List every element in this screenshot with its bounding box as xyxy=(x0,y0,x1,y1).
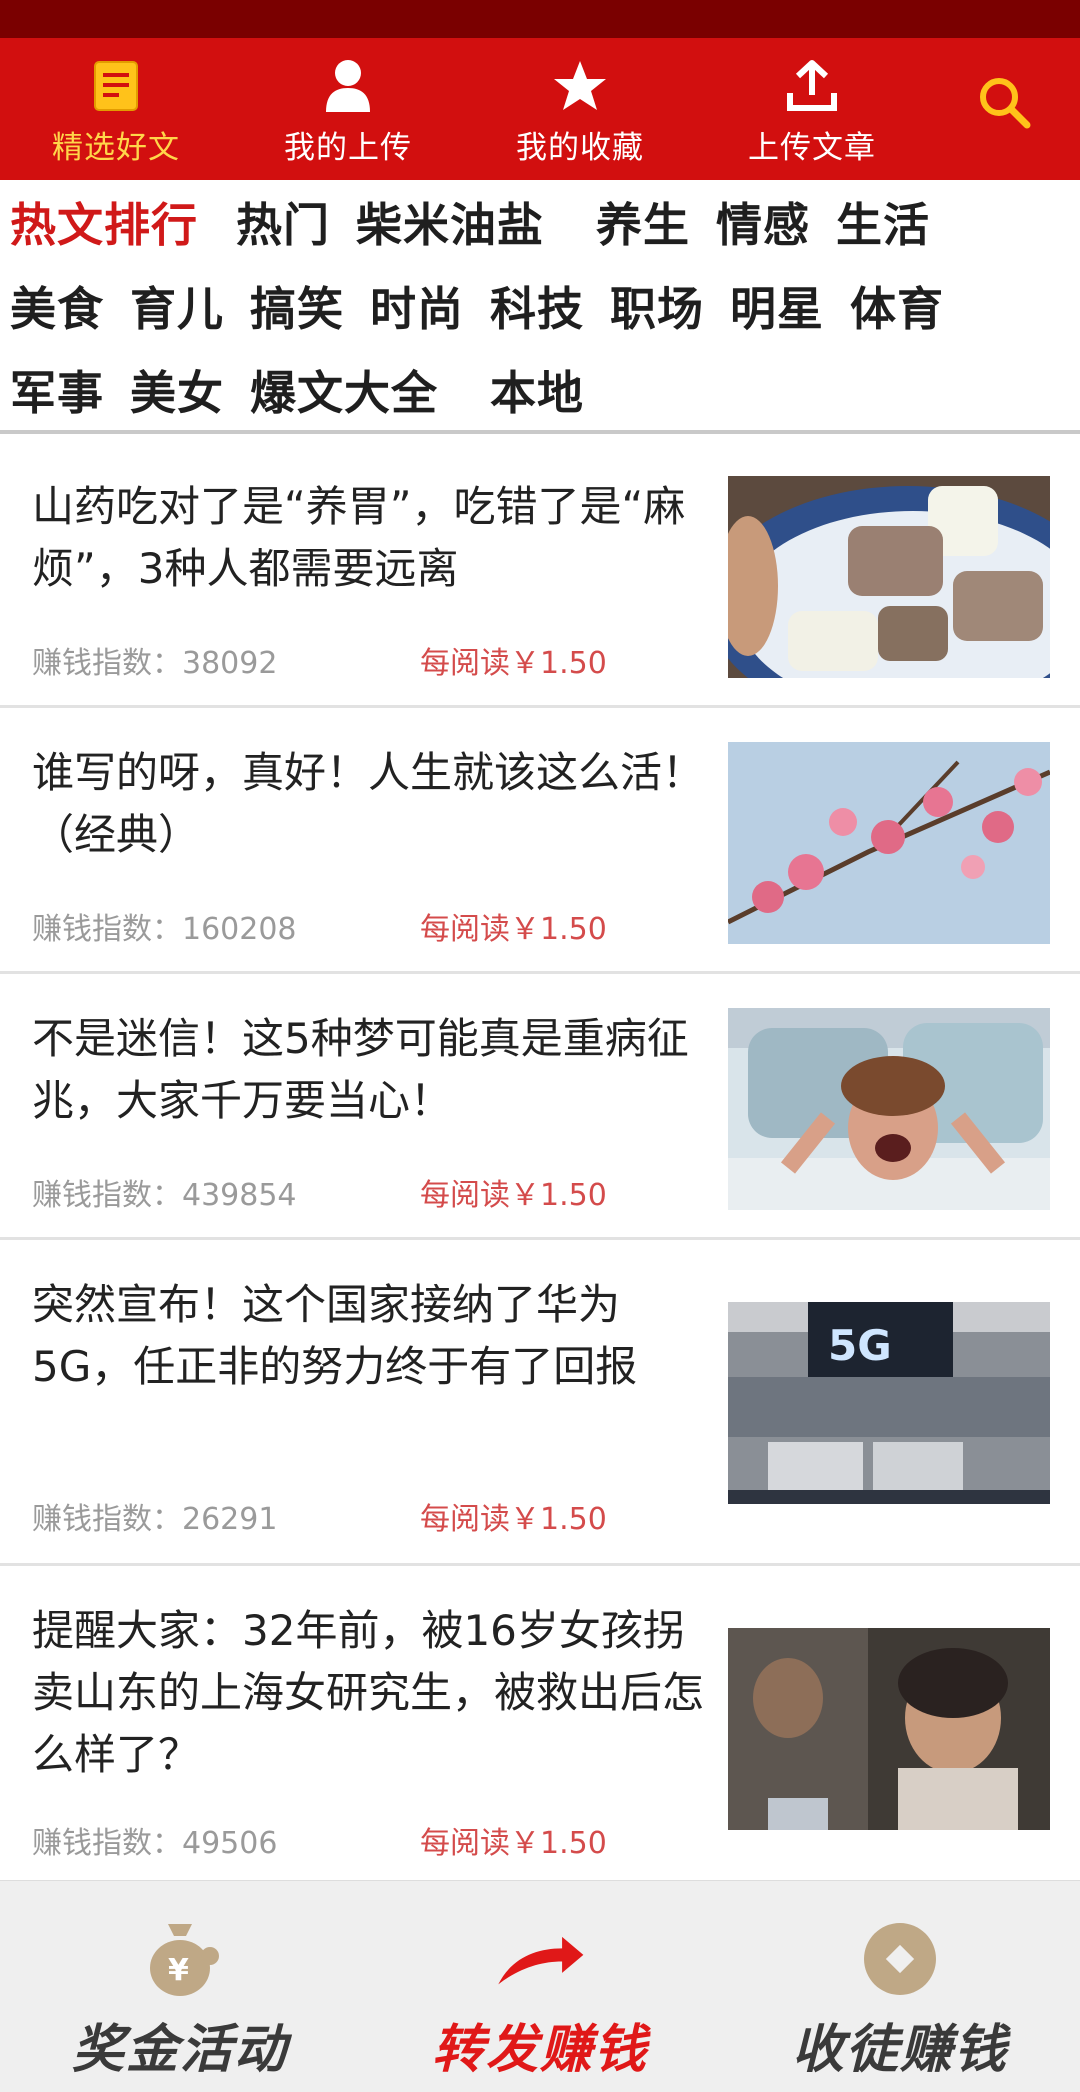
nav-my-uploads[interactable]: 我的上传 xyxy=(232,38,464,180)
svg-text:¥: ¥ xyxy=(168,1953,189,1988)
upload-icon xyxy=(782,56,842,116)
earning-index: 赚钱指数：38092 xyxy=(32,646,278,681)
article-thumbnail: 5G xyxy=(728,1302,1050,1504)
article-item[interactable]: 谁写的呀，真好！人生就该这么活！（经典） 赚钱指数：160208 每阅读￥1.5… xyxy=(0,708,1080,974)
search-button[interactable] xyxy=(928,38,1080,180)
share-arrow-icon xyxy=(495,1919,585,1999)
status-bar xyxy=(0,0,1080,38)
article-title: 山药吃对了是“养胃”，吃错了是“麻烦”，3种人都需要远离 xyxy=(32,482,686,593)
user-icon xyxy=(318,56,378,116)
star-icon xyxy=(550,56,610,116)
category-health[interactable]: 养生 xyxy=(596,189,690,255)
recruit-earn-button[interactable]: 收徒赚钱 xyxy=(720,1881,1080,2092)
earning-index: 赚钱指数：49506 xyxy=(32,1826,278,1861)
category-viral[interactable]: 爆文大全 xyxy=(250,357,438,423)
share-earn-button[interactable]: 转发赚钱 xyxy=(360,1881,720,2092)
thumbnail-5g-text: 5G xyxy=(828,1321,892,1370)
nav-featured[interactable]: 精选好文 xyxy=(0,38,232,180)
article-item[interactable]: 山药吃对了是“养胃”，吃错了是“麻烦”，3种人都需要远离 赚钱指数：38092 … xyxy=(0,442,1080,708)
category-tech[interactable]: 科技 xyxy=(490,273,584,339)
earning-index: 赚钱指数：26291 xyxy=(32,1502,278,1537)
article-title: 提醒大家：32年前，被16岁女孩拐卖山东的上海女研究生，被救出后怎么样了？ xyxy=(32,1606,705,1779)
article-thumbnail xyxy=(728,1008,1050,1210)
read-price: 每阅读￥1.50 xyxy=(420,1826,607,1861)
nav-upload-article-label: 上传文章 xyxy=(748,130,876,166)
category-daily-life[interactable]: 柴米油盐 xyxy=(356,189,544,255)
category-life[interactable]: 生活 xyxy=(836,189,930,255)
category-military[interactable]: 军事 xyxy=(10,357,104,423)
article-title: 谁写的呀，真好！人生就该这么活！（经典） xyxy=(32,748,705,859)
read-price: 每阅读￥1.50 xyxy=(420,646,607,681)
article-thumbnail xyxy=(728,1628,1050,1830)
article-title: 突然宣布！这个国家接纳了华为5G，任正非的努力终于有了回报 xyxy=(32,1280,638,1391)
earning-index: 赚钱指数：439854 xyxy=(32,1178,297,1213)
bonus-activity-label: 奖金活动 xyxy=(71,2020,288,2080)
top-nav: 精选好文 我的上传 我的收藏 上传文章 xyxy=(0,38,1080,180)
category-emotion[interactable]: 情感 xyxy=(716,189,810,255)
category-row: 美食 育儿 搞笑 时尚 科技 职场 明星 体育 xyxy=(0,264,1080,348)
category-panel: 热文排行 热门 柴米油盐 养生 情感 生活 美食 育儿 搞笑 时尚 科技 职场 … xyxy=(0,180,1080,434)
nav-my-uploads-label: 我的上传 xyxy=(284,130,412,166)
category-sports[interactable]: 体育 xyxy=(850,273,944,339)
recruit-earn-label: 收徒赚钱 xyxy=(791,2020,1008,2080)
share-earn-label: 转发赚钱 xyxy=(431,2020,648,2080)
category-beauty[interactable]: 美女 xyxy=(130,357,224,423)
article-thumbnail xyxy=(728,476,1050,678)
document-icon xyxy=(86,56,146,116)
article-thumbnail xyxy=(728,742,1050,944)
read-price: 每阅读￥1.50 xyxy=(420,912,607,947)
bottom-bar: ¥ 奖金活动 转发赚钱 收徒赚钱 xyxy=(0,1880,1080,2092)
article-list: 山药吃对了是“养胃”，吃错了是“麻烦”，3种人都需要远离 赚钱指数：38092 … xyxy=(0,442,1080,1886)
category-funny[interactable]: 搞笑 xyxy=(250,273,344,339)
earning-index: 赚钱指数：160208 xyxy=(32,912,297,947)
article-item[interactable]: 提醒大家：32年前，被16岁女孩拐卖山东的上海女研究生，被救出后怎么样了？ 赚钱… xyxy=(0,1566,1080,1886)
category-workplace[interactable]: 职场 xyxy=(610,273,704,339)
category-local[interactable]: 本地 xyxy=(490,357,584,423)
article-item[interactable]: 突然宣布！这个国家接纳了华为5G，任正非的努力终于有了回报 赚钱指数：26291… xyxy=(0,1240,1080,1566)
category-row: 热文排行 热门 柴米油盐 养生 情感 生活 xyxy=(0,180,1080,264)
category-fashion[interactable]: 时尚 xyxy=(370,273,464,339)
search-icon xyxy=(976,74,1032,134)
money-bag-icon: ¥ xyxy=(135,1919,225,1999)
nav-favorites[interactable]: 我的收藏 xyxy=(464,38,696,180)
nav-upload-article[interactable]: 上传文章 xyxy=(696,38,928,180)
read-price: 每阅读￥1.50 xyxy=(420,1502,607,1537)
coin-icon xyxy=(855,1919,945,1999)
category-food[interactable]: 美食 xyxy=(10,273,104,339)
bonus-activity-button[interactable]: ¥ 奖金活动 xyxy=(0,1881,360,2092)
nav-favorites-label: 我的收藏 xyxy=(516,130,644,166)
category-celebrity[interactable]: 明星 xyxy=(730,273,824,339)
category-parenting[interactable]: 育儿 xyxy=(130,273,224,339)
article-item[interactable]: 不是迷信！这5种梦可能真是重病征兆，大家千万要当心！ 赚钱指数：439854 每… xyxy=(0,974,1080,1240)
read-price: 每阅读￥1.50 xyxy=(420,1178,607,1213)
nav-featured-label: 精选好文 xyxy=(52,130,180,166)
category-row: 军事 美女 爆文大全 本地 xyxy=(0,348,1080,432)
category-hot-ranking[interactable]: 热文排行 xyxy=(10,189,198,255)
article-title: 不是迷信！这5种梦可能真是重病征兆，大家千万要当心！ xyxy=(32,1014,689,1125)
category-popular[interactable]: 热门 xyxy=(236,189,330,255)
